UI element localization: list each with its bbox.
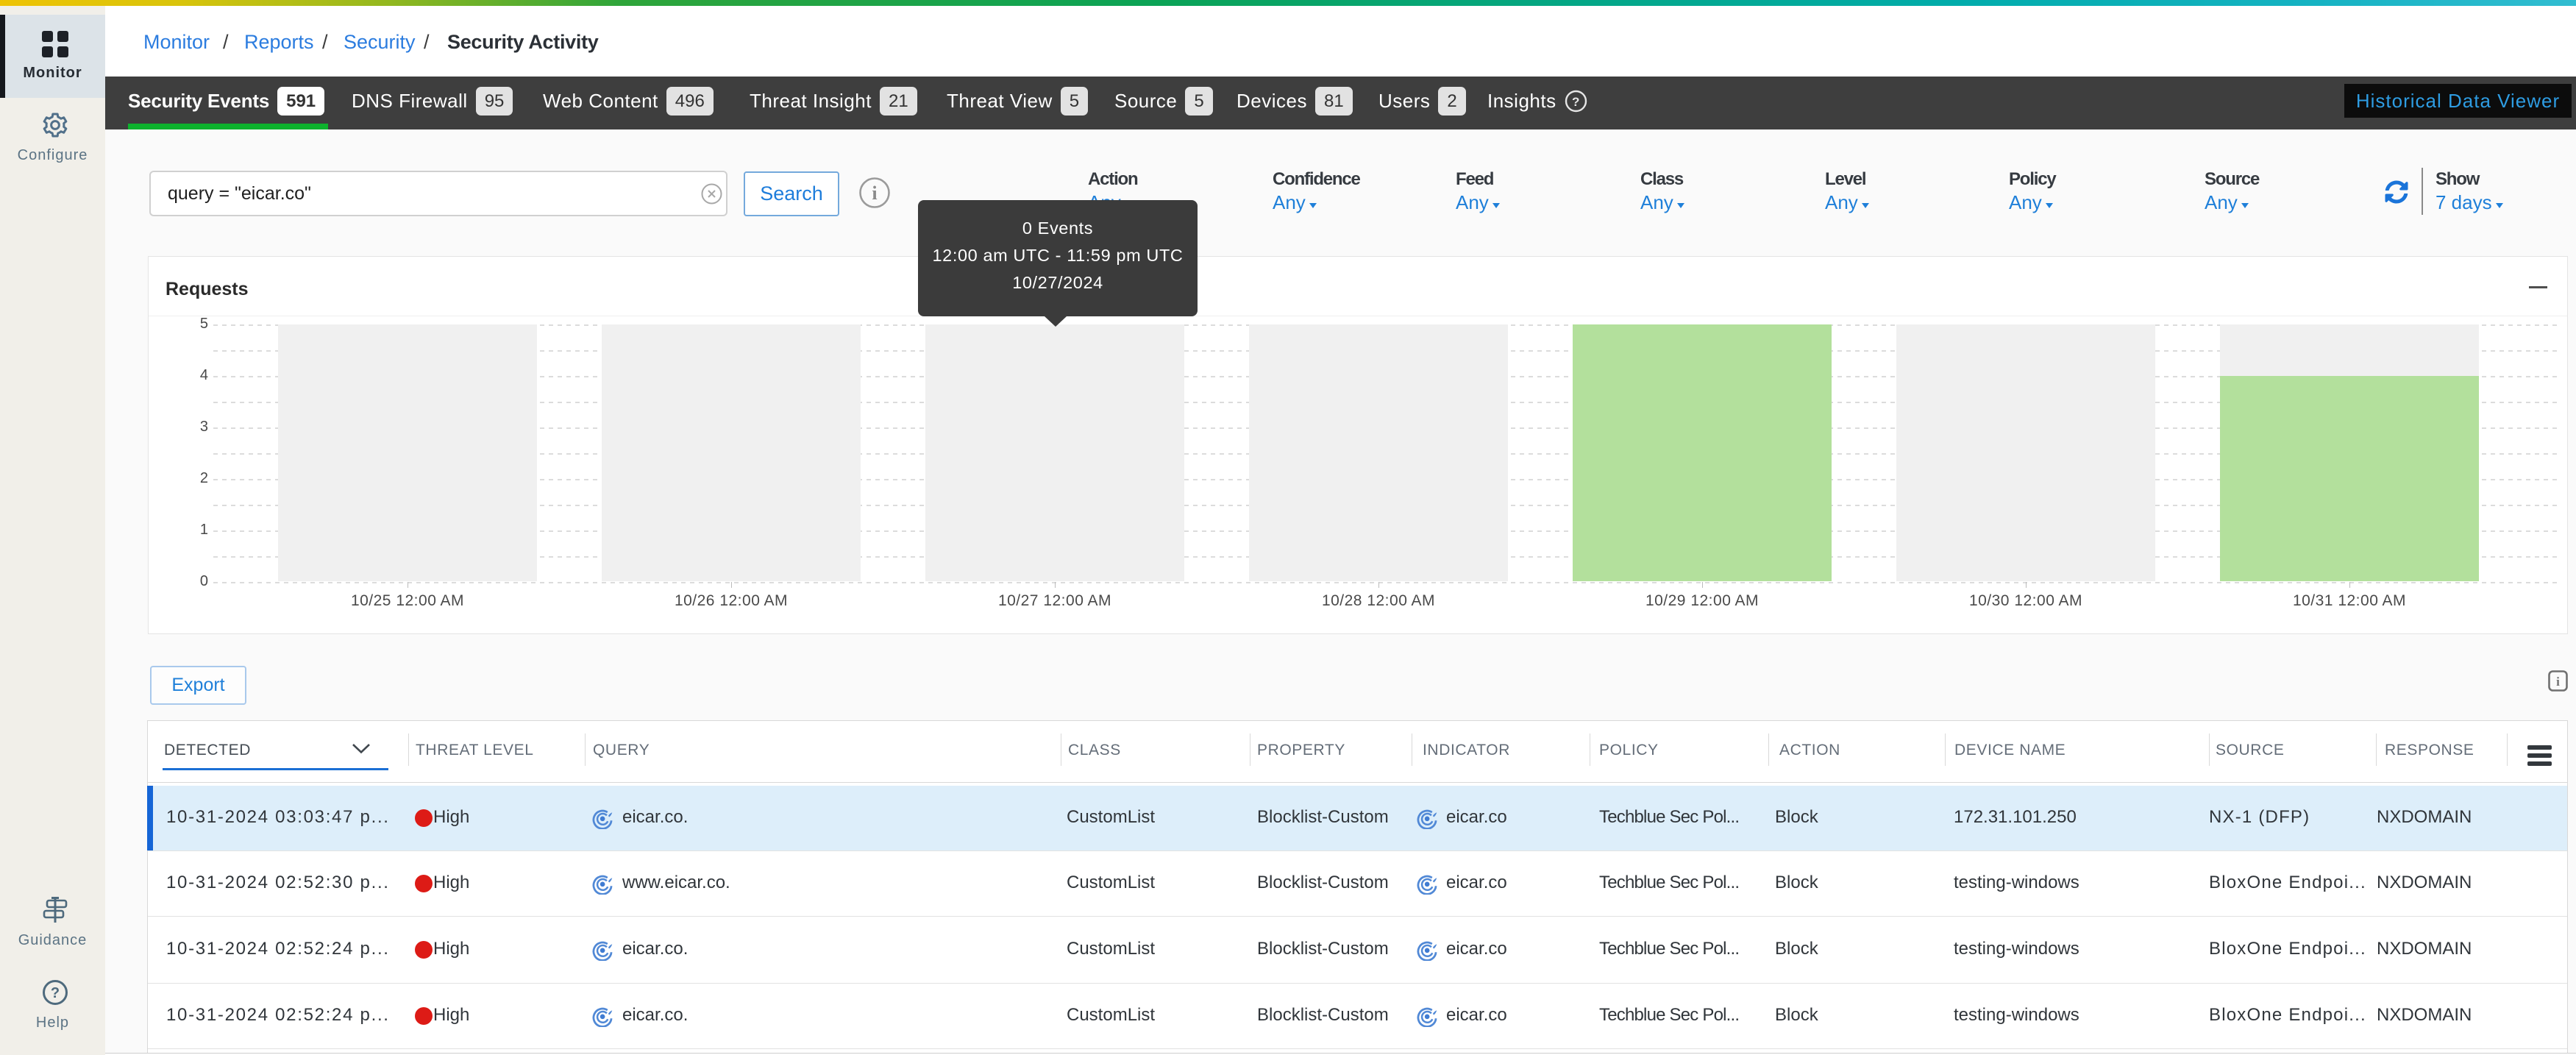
svg-text:i: i: [872, 182, 877, 204]
svg-text:i: i: [2556, 675, 2560, 689]
svg-text:?: ?: [51, 985, 60, 1001]
svg-text:?: ?: [1572, 95, 1580, 109]
